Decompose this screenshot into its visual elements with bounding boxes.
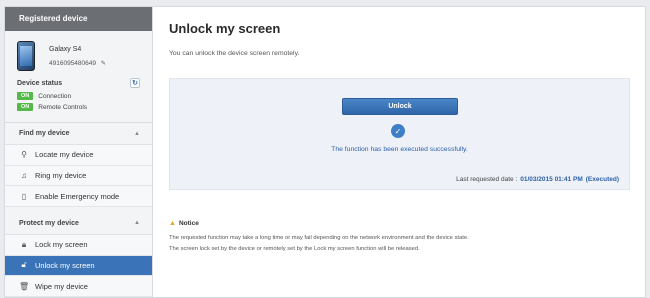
notice-line: The requested function may take a long t… <box>169 235 469 241</box>
section-find-my-device[interactable]: Find my device ▲ <box>5 123 152 145</box>
music-note-icon: ♫ <box>21 171 27 181</box>
device-id: 4916095480649 <box>49 59 96 67</box>
status-label: Remote Controls <box>38 103 88 111</box>
lock-icon: 🔒︎ <box>21 239 27 249</box>
last-requested-label: Last requested date : <box>456 176 518 183</box>
last-requested-status: (Executed) <box>585 176 619 183</box>
sidebar-item-unlock[interactable]: 🔓︎ Unlock my screen <box>5 255 152 277</box>
sidebar-item-label: Unlock my screen <box>35 260 95 270</box>
status-row-remote-controls: ON Remote Controls <box>17 103 140 112</box>
sidebar-item-label: Locate my device <box>35 150 94 160</box>
sidebar-item-label: Lock my screen <box>35 240 88 250</box>
page-subtitle: You can unlock the device screen remotel… <box>169 50 300 57</box>
main-content: Unlock my screen You can unlock the devi… <box>153 7 645 297</box>
warning-icon: ▲ <box>169 220 176 227</box>
device-status: Device status ↻ ON Connection ON Remote … <box>5 78 152 114</box>
device-status-title: Device status <box>17 79 63 87</box>
sidebar-item-label: Enable Emergency mode <box>35 191 120 201</box>
sidebar-item-ring[interactable]: ♫ Ring my device <box>5 165 152 187</box>
sidebar-item-label: Ring my device <box>35 171 87 181</box>
section-title: Find my device <box>19 130 70 138</box>
sidebar-item-label: Wipe my device <box>35 281 88 291</box>
edit-icon[interactable]: ✎ <box>101 60 106 67</box>
device-name: Galaxy S4 <box>49 45 82 53</box>
sidebar-item-lock[interactable]: 🔒︎ Lock my screen <box>5 234 152 256</box>
section-title: Protect my device <box>19 219 79 227</box>
sidebar: Registered device Galaxy S4 491609548064… <box>5 7 153 297</box>
last-requested-date: 01/03/2015 01:41 PM <box>520 176 583 183</box>
notice-section: ▲ Notice The requested function may take… <box>169 220 633 252</box>
checkmark-icon: ✓ <box>391 124 405 138</box>
unlock-icon: 🔓︎ <box>21 260 27 270</box>
success-message: The function has been executed successfu… <box>331 146 468 153</box>
sidebar-item-wipe[interactable]: 🗑︎ Wipe my device <box>5 276 152 297</box>
notice-title: Notice <box>178 220 199 227</box>
page-title: Unlock my screen <box>169 21 281 36</box>
sidebar-item-locate[interactable]: ⚲ Locate my device <box>5 144 152 166</box>
sidebar-item-emergency[interactable]: ▯ Enable Emergency mode <box>5 186 152 208</box>
section-protect-my-device[interactable]: Protect my device ▲ <box>5 213 152 235</box>
magnifier-icon: ⚲ <box>21 150 27 160</box>
phone-image <box>17 41 35 72</box>
sidebar-header: Registered device <box>5 7 152 31</box>
status-badge: ON <box>17 103 34 112</box>
device-card: Galaxy S4 4916095480649 ✎ <box>5 31 152 79</box>
trash-icon: 🗑︎ <box>19 281 30 291</box>
phone-icon: ▯ <box>21 191 27 201</box>
status-badge: ON <box>17 92 34 101</box>
app-window: Registered device Galaxy S4 491609548064… <box>4 6 646 298</box>
status-row-connection: ON Connection <box>17 92 140 101</box>
unlock-button[interactable]: Unlock <box>342 98 458 115</box>
last-requested: Last requested date :01/03/2015 01:41 PM… <box>456 176 619 183</box>
collapse-caret-icon[interactable]: ▲ <box>134 220 140 226</box>
collapse-caret-icon[interactable]: ▲ <box>134 131 140 137</box>
status-label: Connection <box>38 92 72 100</box>
refresh-icon[interactable]: ↻ <box>130 78 140 89</box>
notice-line: The screen lock set by the device or rem… <box>169 246 420 252</box>
action-panel: Unlock ✓ The function has been executed … <box>169 78 630 190</box>
